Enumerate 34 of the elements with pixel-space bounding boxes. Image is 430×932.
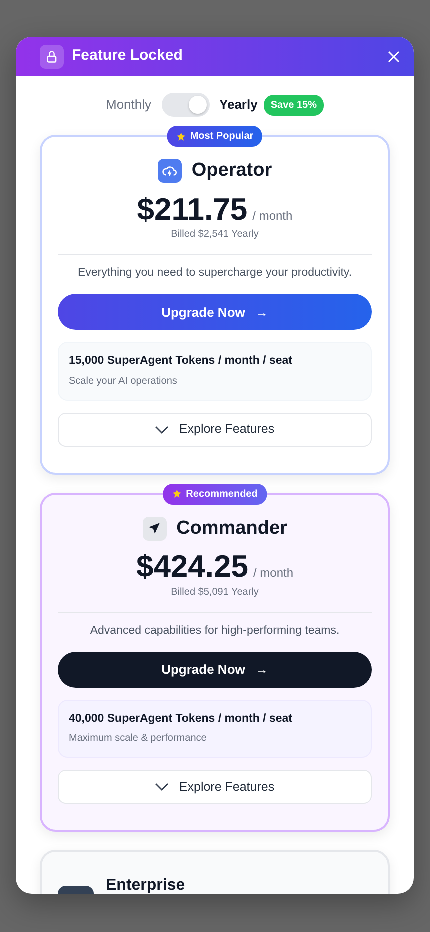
upgrade-button[interactable]: Upgrade Now → — [58, 294, 372, 330]
dialog-title: Feature Locked — [72, 46, 183, 66]
plan-description: Advanced capabilities for high-performing teams. — [89, 624, 341, 639]
explore-button[interactable]: Explore Features — [58, 770, 372, 804]
discount-badge: Save 15% — [264, 94, 324, 116]
tokens-text: 15,000 SuperAgent Tokens / month / seat — [69, 354, 294, 370]
chevron-down-icon — [155, 783, 170, 792]
plan-badge: Recommended — [163, 484, 267, 505]
price-period: / month — [252, 208, 293, 224]
tokens-text: 40,000 SuperAgent Tokens / month / seat — [69, 712, 294, 728]
tokens-note: Scale your AI operations — [69, 374, 178, 389]
plan-name: Commander — [176, 516, 288, 541]
cloud-icon — [158, 159, 182, 184]
plan-price: $211.75 — [137, 192, 248, 228]
billing-note: Billed $2,541 Yearly — [170, 228, 260, 242]
close-button[interactable] — [386, 48, 402, 64]
paper-plane-icon — [142, 516, 167, 541]
plan-price: $424.25 — [136, 549, 249, 585]
tokens-note: Maximum scale & performance — [69, 732, 208, 746]
lock-icon — [40, 44, 64, 68]
plan-name: Operator — [192, 159, 272, 183]
price-period: / month — [254, 565, 294, 582]
billing-note: Billed $5,091 Yearly — [170, 586, 260, 600]
plan-badge: Most Popular — [167, 126, 263, 147]
billing-option[interactable]: Monthly — [106, 95, 152, 115]
plan-name: Enterprise — [106, 876, 186, 894]
star-icon — [172, 489, 182, 500]
chevron-down-icon — [155, 426, 170, 434]
star-icon — [176, 132, 186, 142]
billing-option[interactable]: Yearly — [220, 95, 258, 115]
plan-description: Everything you need to supercharge your productivity. — [76, 266, 354, 282]
explore-button[interactable]: Explore Features — [58, 412, 372, 447]
upgrade-button[interactable]: Upgrade Now → — [58, 652, 372, 688]
billing-toggle[interactable] — [162, 93, 210, 117]
